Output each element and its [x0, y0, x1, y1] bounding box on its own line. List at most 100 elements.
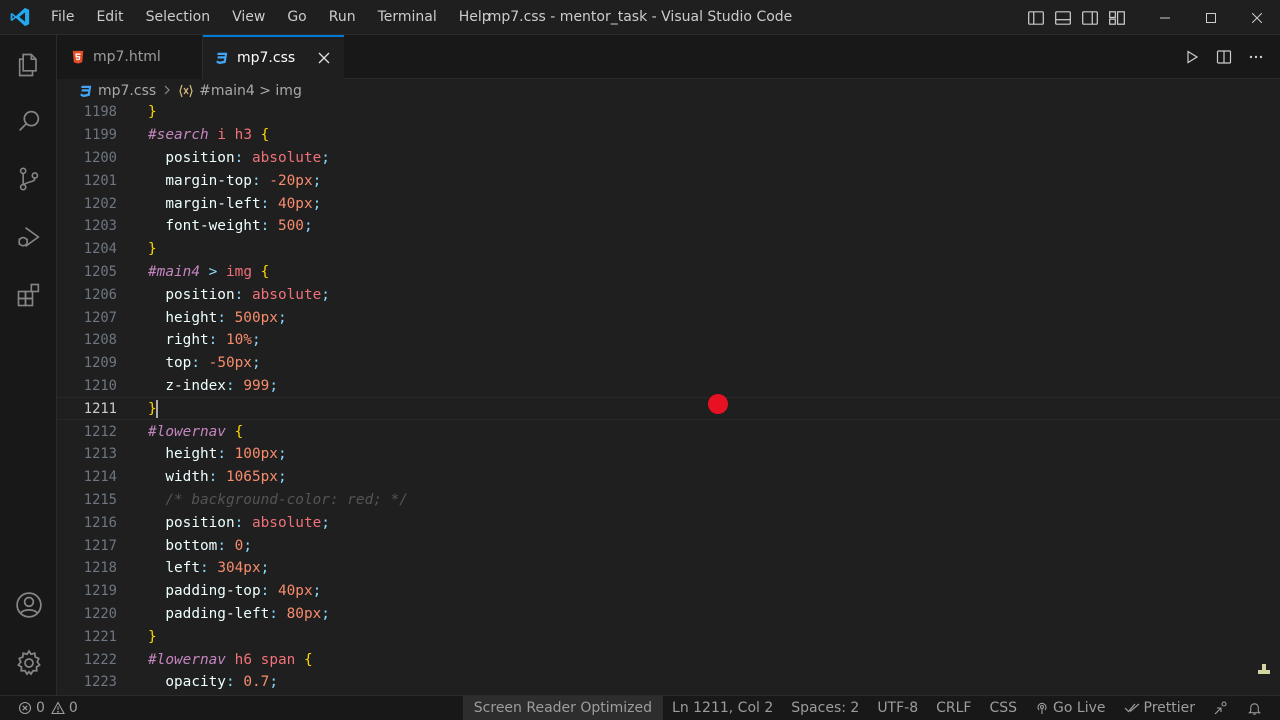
run-file-icon[interactable] — [1176, 35, 1208, 79]
problems-indicator[interactable]: 0 0 — [18, 696, 87, 720]
code-token: : — [234, 149, 252, 166]
breadcrumb-file[interactable]: mp7.css — [98, 83, 156, 99]
manage-gear-icon[interactable] — [0, 639, 57, 687]
code-line[interactable]: 1211} — [57, 397, 1280, 421]
close-icon[interactable] — [314, 48, 334, 68]
code-text: height: 500px; — [148, 309, 286, 326]
code-line[interactable]: 1207 height: 500px; — [57, 306, 1280, 329]
code-line[interactable]: 1222 #lowernav h6 span { — [57, 648, 1280, 671]
notifications-bell-icon[interactable] — [1238, 696, 1280, 720]
code-line[interactable]: 1218 left: 304px; — [57, 557, 1280, 580]
extensions-icon[interactable] — [0, 271, 57, 319]
menu-selection[interactable]: Selection — [135, 0, 222, 35]
toggle-panel-icon[interactable] — [1049, 0, 1076, 35]
symbol-selector-icon — [178, 84, 194, 98]
tab-mp7-html[interactable]: mp7.html — [57, 35, 203, 79]
encoding-status[interactable]: UTF-8 — [868, 696, 927, 720]
code-editor[interactable]: 1198} 1199 #search i h3 {1200 position: ab… — [57, 103, 1280, 695]
code-line[interactable]: 1198} — [57, 103, 1280, 124]
code-text: #lowernav h6 span { — [148, 652, 313, 668]
code-line[interactable]: 1202 margin-left: 40px; — [57, 192, 1280, 215]
line-number: 1221 — [83, 628, 117, 645]
menu-terminal[interactable]: Terminal — [367, 0, 448, 35]
code-text: height: 100px; — [148, 446, 286, 462]
line-number: 1205 — [83, 263, 117, 280]
code-line[interactable]: 1215 /* background-color: red; */ — [57, 489, 1280, 512]
code-token: position — [165, 149, 235, 166]
minimize-icon[interactable] — [1142, 0, 1188, 35]
tab-mp7-css[interactable]: mp7.css — [203, 35, 344, 79]
code-token: } — [148, 104, 157, 121]
code-line[interactable]: 1219 padding-top: 40px; — [57, 580, 1280, 603]
customize-layout-icon[interactable] — [1103, 0, 1130, 35]
code-line[interactable]: 1208 right: 10%; — [57, 329, 1280, 352]
source-control-icon[interactable] — [0, 155, 57, 203]
code-line[interactable]: 1203 font-weight: 500; — [57, 215, 1280, 238]
menu-run[interactable]: Run — [318, 0, 367, 35]
code-line[interactable]: 1205 #main4 > img { — [57, 261, 1280, 284]
code-token: 304px — [217, 560, 261, 577]
code-text: right: 10%; — [148, 332, 260, 349]
run-debug-icon[interactable] — [0, 213, 57, 261]
css3-icon — [79, 84, 93, 98]
code-line[interactable]: 1210 z-index: 999; — [57, 375, 1280, 398]
line-number: 1198 — [83, 104, 117, 121]
accounts-icon[interactable] — [0, 581, 57, 629]
explorer-icon[interactable] — [0, 41, 57, 89]
feedback-icon[interactable] — [1204, 696, 1238, 720]
code-text: position: absolute; — [148, 515, 330, 531]
line-number: 1202 — [83, 195, 117, 212]
search-icon[interactable] — [0, 97, 57, 145]
menu-bar: File Edit Selection View Go Run Terminal… — [40, 0, 502, 35]
close-window-icon[interactable] — [1234, 0, 1280, 35]
code-line[interactable]: 1206 position: absolute; — [57, 283, 1280, 306]
activity-bar — [0, 35, 57, 695]
split-editor-icon[interactable] — [1208, 35, 1240, 79]
indentation-status[interactable]: Spaces: 2 — [782, 696, 868, 720]
eol-status[interactable]: CRLF — [927, 696, 980, 720]
code-line[interactable]: 1204} — [57, 238, 1280, 261]
code-line[interactable]: 1199 #search i h3 { — [57, 124, 1280, 147]
prettier-status[interactable]: Prettier — [1115, 696, 1205, 720]
code-line[interactable]: 1217 bottom: 0; — [57, 534, 1280, 557]
maximize-icon[interactable] — [1188, 0, 1234, 35]
code-token: height — [165, 309, 218, 326]
code-line[interactable]: 1200 position: absolute; — [57, 147, 1280, 170]
code-token: right — [165, 332, 209, 349]
code-line[interactable]: 1221} — [57, 625, 1280, 648]
more-actions-icon[interactable] — [1240, 35, 1272, 79]
code-line[interactable]: 1209 top: -50px; — [57, 352, 1280, 375]
code-token: : — [234, 286, 252, 303]
code-line[interactable]: 1212 #lowernav { — [57, 420, 1280, 443]
menu-view[interactable]: View — [221, 0, 276, 35]
code-line[interactable]: 1223 opacity: 0.7; — [57, 671, 1280, 694]
code-token: padding-top — [165, 583, 261, 600]
code-token: top — [165, 355, 192, 372]
breadcrumb-selector[interactable]: #main4 > img — [199, 83, 302, 99]
code-text: padding-top: 40px; — [148, 583, 321, 599]
code-line[interactable]: 1216 position: absolute; — [57, 511, 1280, 534]
code-token: margin-left — [165, 195, 261, 212]
code-line[interactable]: 1201 margin-top: -20px; — [57, 169, 1280, 192]
menu-file[interactable]: File — [40, 0, 85, 35]
code-text: position: absolute; — [148, 287, 330, 303]
toggle-primary-sidebar-icon[interactable] — [1022, 0, 1049, 35]
menu-help[interactable]: Help — [448, 0, 502, 35]
scrollbar-marker[interactable] — [1258, 659, 1270, 674]
menu-edit[interactable]: Edit — [85, 0, 134, 35]
menu-go[interactable]: Go — [276, 0, 317, 35]
code-line[interactable]: 1213 height: 100px; — [57, 443, 1280, 466]
code-line[interactable]: 1220 padding-left: 80px; — [57, 603, 1280, 626]
cursor-position[interactable]: Ln 1211, Col 2 — [663, 696, 782, 720]
toggle-secondary-sidebar-icon[interactable] — [1076, 0, 1103, 35]
screen-reader-status[interactable]: Screen Reader Optimized — [462, 696, 664, 720]
code-line[interactable]: 1214 width: 1065px; — [57, 466, 1280, 489]
code-token: { — [260, 263, 270, 280]
go-live-button[interactable]: Go Live — [1026, 696, 1114, 720]
language-mode[interactable]: CSS — [980, 696, 1026, 720]
